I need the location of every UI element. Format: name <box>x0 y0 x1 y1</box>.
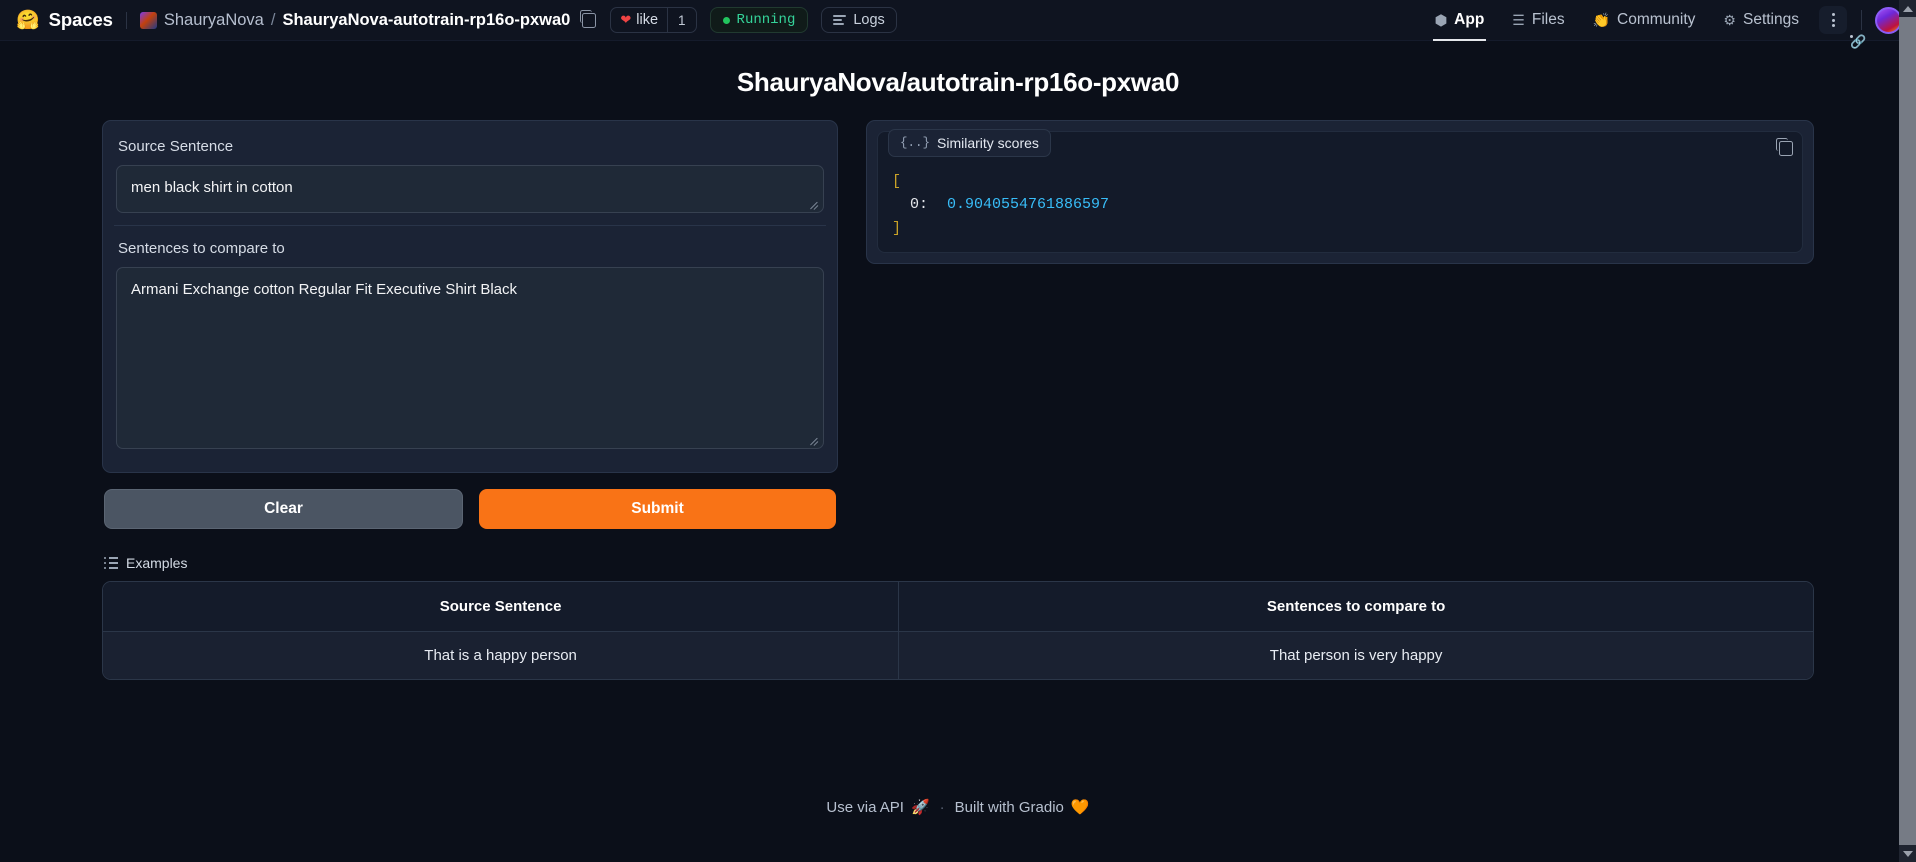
gear-icon: ⚙ <box>1723 12 1736 28</box>
action-buttons: Clear Submit <box>102 489 838 529</box>
json-open-bracket: [ <box>892 173 902 190</box>
logs-label: Logs <box>853 12 885 28</box>
input-form-card: Source Sentence Sentences to compare to <box>102 120 838 473</box>
built-with-gradio-label: Built with Gradio <box>954 798 1064 816</box>
example-compare-cell[interactable]: That person is very happy <box>898 631 1813 679</box>
logs-icon <box>833 15 847 25</box>
tab-app[interactable]: ⬢ App <box>1421 0 1498 41</box>
link-cursor-icon: 🔗 <box>1850 34 1867 49</box>
source-sentence-input[interactable] <box>116 165 824 213</box>
compare-sentences-wrapper <box>116 267 824 449</box>
brand-label: Spaces <box>48 9 113 30</box>
breadcrumb-owner[interactable]: ShauryaNova <box>164 11 264 30</box>
page-scrollbar[interactable] <box>1899 0 1916 862</box>
input-column: Source Sentence Sentences to compare to … <box>102 120 838 529</box>
clap-emoji-icon: 👏 <box>1592 12 1611 28</box>
compare-sentences-label: Sentences to compare to <box>118 240 285 257</box>
examples-section: Examples Source Sentence Sentences to co… <box>102 555 1814 680</box>
column-header-compare-sentences: Sentences to compare to <box>898 582 1813 632</box>
tab-settings[interactable]: ⚙ Settings <box>1709 0 1813 41</box>
tab-files-label: Files <box>1531 11 1565 28</box>
table-row[interactable]: That is a happy person That person is ve… <box>103 631 1813 679</box>
use-via-api-label: Use via API <box>826 798 904 816</box>
like-button[interactable]: ❤ like <box>611 8 667 32</box>
like-label: like <box>636 12 659 28</box>
list-icon <box>104 557 118 569</box>
output-column: {..} Similarity scores [ 0: 0.9040554761… <box>866 120 1814 264</box>
examples-header: Examples <box>102 555 1814 571</box>
page-title: ShauryaNova/autotrain-rp16o-pxwa0 <box>736 67 1180 97</box>
tab-files[interactable]: ☰ Files <box>1498 0 1578 41</box>
files-icon: ☰ <box>1512 12 1525 28</box>
huggingface-logo-icon: 🤗 <box>16 9 40 31</box>
examples-label: Examples <box>126 555 188 571</box>
footer-separator: · <box>939 798 945 816</box>
divider <box>1861 10 1862 30</box>
source-sentence-wrapper <box>116 165 824 213</box>
scroll-up-arrow-icon[interactable] <box>1899 0 1916 17</box>
avatar[interactable] <box>1875 6 1902 34</box>
cube-icon: ⬢ <box>1434 12 1448 28</box>
scroll-down-arrow-icon[interactable] <box>1899 845 1916 862</box>
json-output-panel: {..} Similarity scores [ 0: 0.9040554761… <box>877 129 1803 253</box>
compare-sentences-input[interactable] <box>116 267 824 449</box>
breadcrumb-repo[interactable]: ShauryaNova-autotrain-rp16o-pxwa0 <box>282 11 570 30</box>
column-header-source-sentence: Source Sentence <box>103 582 899 632</box>
gradio-logo-icon: 🧡 <box>1070 799 1090 816</box>
scrollbar-thumb[interactable] <box>1899 17 1916 845</box>
more-options-icon[interactable]: 🔗 <box>1819 6 1866 48</box>
use-via-api-link[interactable]: Use via API 🚀 <box>826 798 930 817</box>
source-sentence-label: Source Sentence <box>118 138 234 155</box>
breadcrumb: ShauryaNova / ShauryaNova-autotrain-rp16… <box>139 10 597 30</box>
tab-app-label: App <box>1454 11 1485 28</box>
built-with-gradio-link[interactable]: Built with Gradio 🧡 <box>954 798 1090 817</box>
similarity-scores-chip: {..} Similarity scores <box>888 129 1051 157</box>
tab-community-label: Community <box>1617 11 1696 28</box>
rocket-icon: 🚀 <box>910 799 930 816</box>
examples-table: Source Sentence Sentences to compare to … <box>102 581 1814 680</box>
breadcrumb-separator: / <box>270 10 276 29</box>
main-content: Source Sentence Sentences to compare to … <box>102 120 1814 529</box>
json-row: 0: 0.9040554761886597 <box>892 193 1802 216</box>
top-navbar: 🤗 Spaces ShauryaNova / ShauryaNova-autot… <box>0 0 1916 48</box>
status-label: Running <box>736 12 796 28</box>
heart-icon: ❤ <box>620 12 632 27</box>
divider <box>125 11 127 29</box>
similarity-scores-label: Similarity scores <box>937 135 1039 151</box>
submit-button[interactable]: Submit <box>479 489 836 529</box>
status-dot-icon <box>722 16 730 24</box>
source-sentence-field: Source Sentence <box>114 132 826 225</box>
clear-button[interactable]: Clear <box>104 489 463 529</box>
logs-button[interactable]: Logs <box>821 7 897 33</box>
header-nav: ⬢ App ☰ Files 👏 Community ⚙ Settings 🔗 <box>1421 0 1902 48</box>
tab-community[interactable]: 👏 Community <box>1579 0 1710 41</box>
tab-settings-label: Settings <box>1742 11 1799 28</box>
copy-output-icon[interactable] <box>1776 138 1793 156</box>
footer: Use via API 🚀 · Built with Gradio 🧡 <box>0 798 1916 817</box>
similarity-scores-card: {..} Similarity scores [ 0: 0.9040554761… <box>866 120 1814 264</box>
like-count: 1 <box>667 8 696 32</box>
owner-avatar-icon <box>139 11 157 29</box>
compare-sentences-field: Sentences to compare to <box>114 225 826 461</box>
json-braces-icon: {..} <box>900 136 931 150</box>
json-key: 0: <box>910 196 929 214</box>
table-header-row: Source Sentence Sentences to compare to <box>103 582 1813 632</box>
like-button-group[interactable]: ❤ like 1 <box>610 7 697 33</box>
spaces-brand[interactable]: 🤗 Spaces <box>16 9 113 31</box>
json-close-bracket: ] <box>892 219 902 237</box>
example-source-cell[interactable]: That is a happy person <box>103 631 899 679</box>
copy-path-icon[interactable] <box>579 10 597 28</box>
status-badge: Running <box>709 7 809 33</box>
json-value: 0.9040554761886597 <box>947 196 1110 214</box>
